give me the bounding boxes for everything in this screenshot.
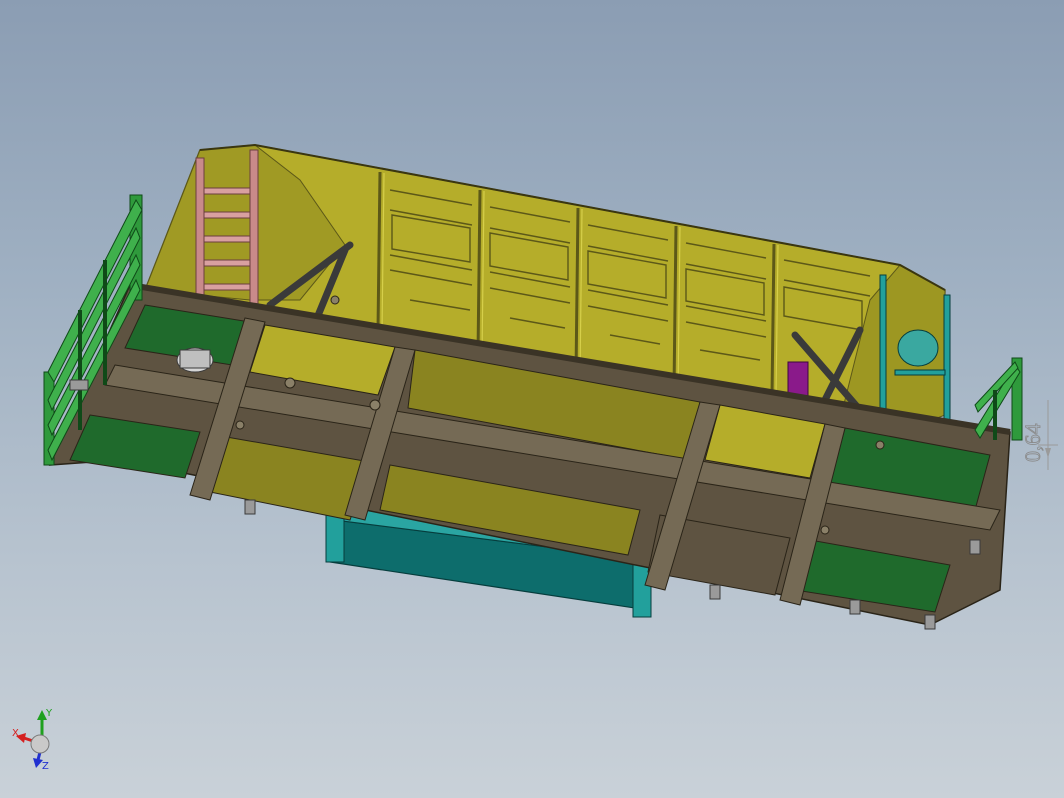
cad-3d-viewport[interactable]: 0,64 <box>0 0 1064 798</box>
triad-x-label: X <box>12 728 19 739</box>
hopper-car-model[interactable] <box>43 143 1023 630</box>
orientation-triad[interactable]: Y X Z <box>8 706 64 770</box>
triad-z-label: Z <box>42 761 49 770</box>
triad-y-label: Y <box>45 708 53 719</box>
triad-origin-sphere <box>30 734 50 754</box>
air-reservoir-tank <box>897 329 939 367</box>
dimension-value: 0,64 <box>1020 424 1045 463</box>
dimension-annotation[interactable]: 0,64 <box>1020 400 1058 470</box>
